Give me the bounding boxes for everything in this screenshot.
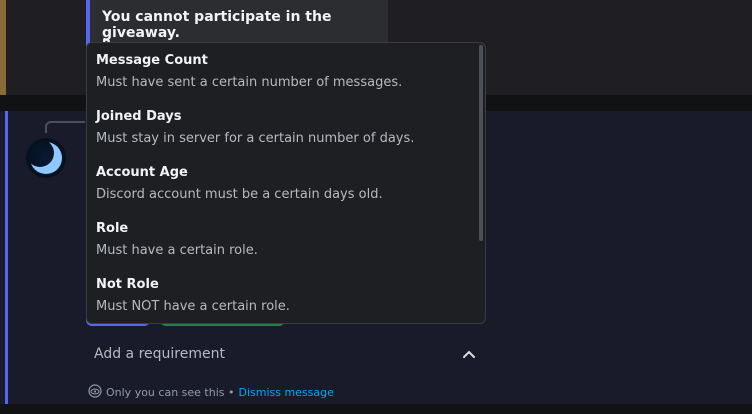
option-description: Must have sent a certain number of messa… bbox=[96, 75, 403, 90]
chevron-up-icon bbox=[462, 347, 476, 361]
option-message-count[interactable]: Message Count Must have sent a certain n… bbox=[87, 43, 479, 99]
option-role[interactable]: Role Must have a certain role. bbox=[87, 211, 479, 267]
dropdown-scrollbar[interactable] bbox=[479, 45, 483, 241]
discord-chat-view: You cannot participate in the giveaway. … bbox=[0, 0, 752, 414]
option-description: Must stay in server for a certain number… bbox=[96, 131, 415, 146]
option-description: Must have a certain role. bbox=[96, 243, 258, 258]
bottom-divider bbox=[0, 404, 752, 414]
select-placeholder: Add a requirement bbox=[94, 346, 225, 362]
mention-highlight-bar bbox=[0, 0, 6, 95]
option-label: Role bbox=[96, 221, 129, 236]
option-joined-days[interactable]: Joined Days Must stay in server for a ce… bbox=[87, 99, 479, 155]
option-label: Account Age bbox=[96, 165, 188, 180]
option-label: Message Count bbox=[96, 53, 208, 68]
ephemeral-notice: Only you can see this • Dismiss message bbox=[88, 384, 334, 401]
option-label: Joined Days bbox=[96, 109, 182, 124]
option-description: Discord account must be a certain days o… bbox=[96, 187, 383, 202]
reply-connector bbox=[45, 121, 85, 133]
ephemeral-text: Only you can see this • bbox=[106, 386, 235, 399]
requirement-select[interactable]: Add a requirement bbox=[86, 336, 486, 372]
embed-title: You cannot participate in the giveaway. bbox=[102, 9, 332, 41]
option-not-role[interactable]: Not Role Must NOT have a certain role. bbox=[87, 267, 479, 323]
option-description: Must NOT have a certain role. bbox=[96, 299, 290, 314]
dismiss-message-link[interactable]: Dismiss message bbox=[238, 386, 333, 399]
option-label: Not Role bbox=[96, 277, 159, 292]
option-account-age[interactable]: Account Age Discord account must be a ce… bbox=[87, 155, 479, 211]
requirement-dropdown: Message Count Must have sent a certain n… bbox=[86, 42, 486, 324]
highlight-bar bbox=[5, 111, 8, 404]
eye-icon bbox=[88, 384, 102, 401]
avatar[interactable] bbox=[26, 138, 66, 178]
